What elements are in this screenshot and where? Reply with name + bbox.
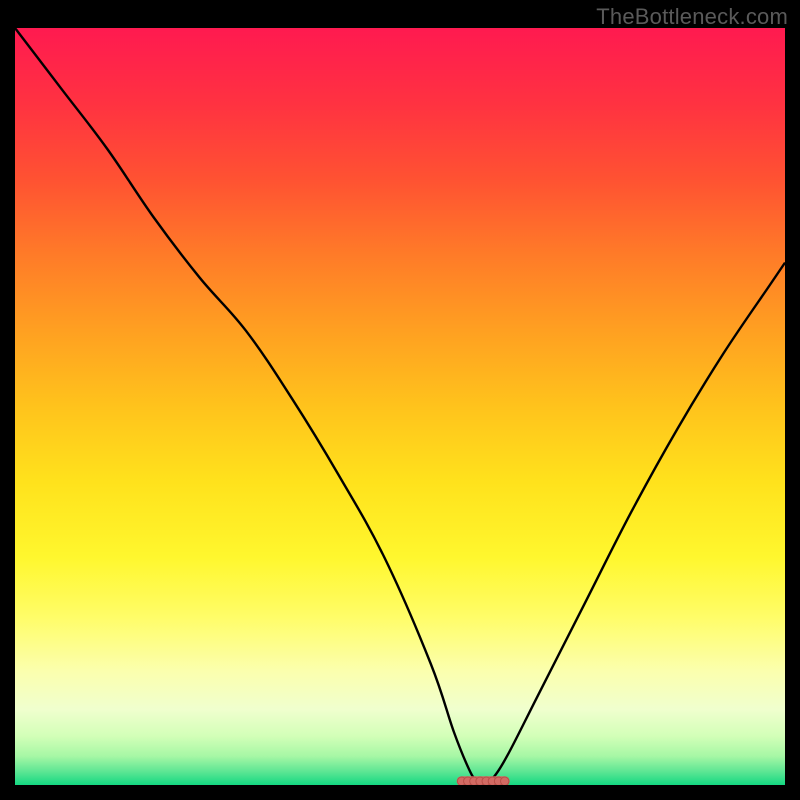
bottleneck-chart: [15, 28, 785, 785]
gradient-background: [15, 28, 785, 785]
marker-dot: [501, 777, 509, 785]
chart-frame: TheBottleneck.com: [0, 0, 800, 800]
target-range-markers: [457, 776, 510, 785]
watermark-text: TheBottleneck.com: [596, 4, 788, 30]
plot-area: [15, 28, 785, 785]
